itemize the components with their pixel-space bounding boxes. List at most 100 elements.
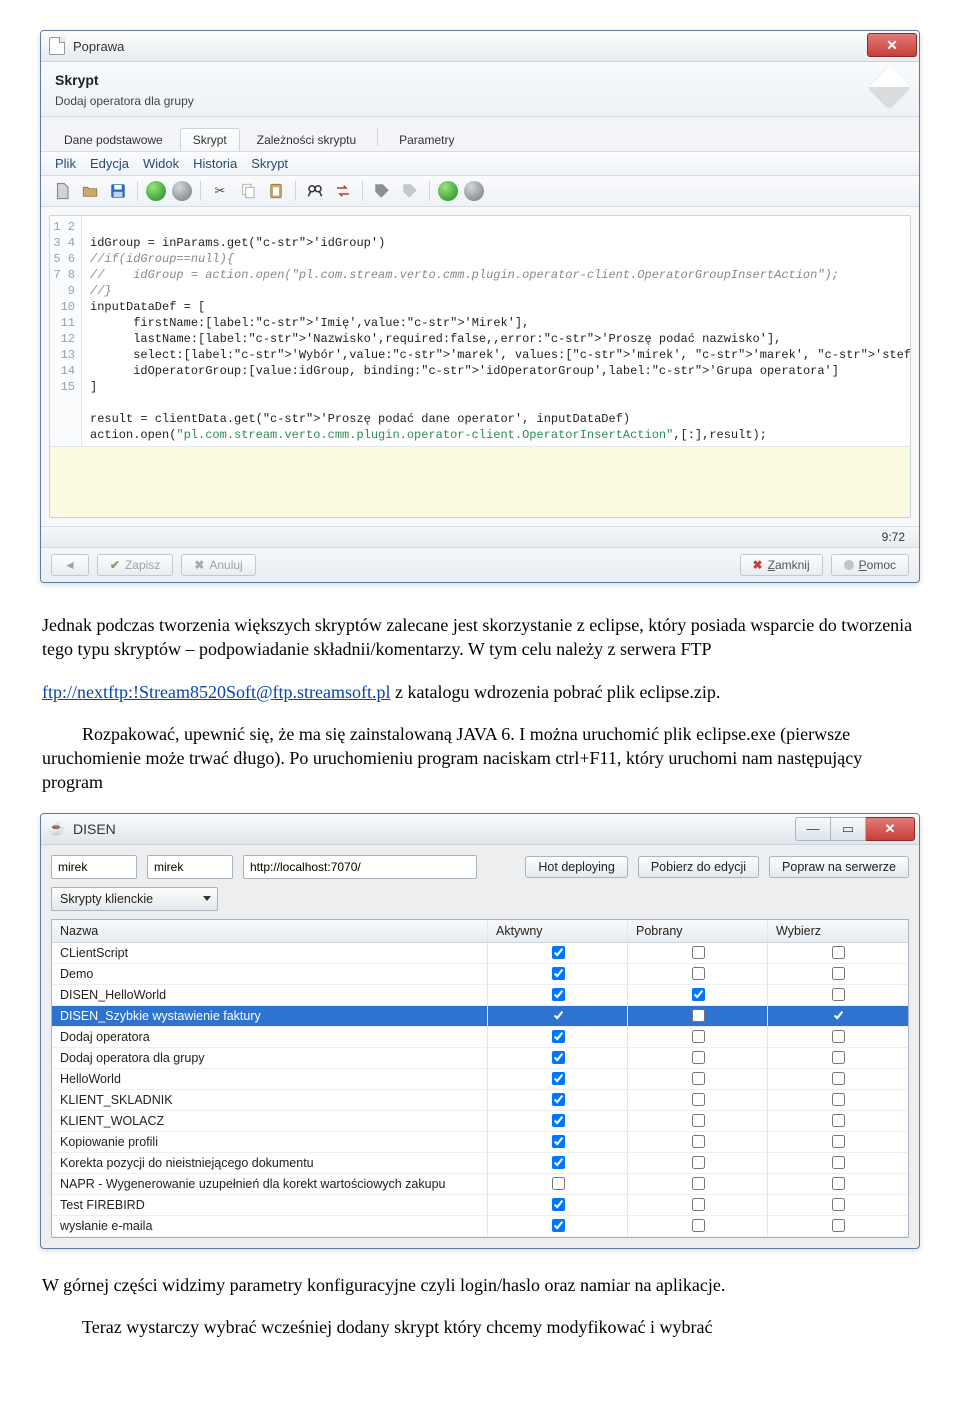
active-checkbox[interactable] [552, 1219, 565, 1232]
tab-1[interactable]: Skrypt [180, 128, 240, 151]
find-icon[interactable] [304, 180, 326, 202]
stop-icon[interactable] [464, 181, 484, 201]
table-row[interactable]: Kopiowanie profili [52, 1132, 908, 1153]
replace-icon[interactable] [332, 180, 354, 202]
fetched-checkbox[interactable] [692, 1093, 705, 1106]
active-checkbox[interactable] [552, 1093, 565, 1106]
table-row[interactable]: NAPR - Wygenerowanie uzupełnień dla kore… [52, 1174, 908, 1195]
undo-icon[interactable] [146, 181, 166, 201]
menu-skrypt[interactable]: Skrypt [251, 156, 288, 171]
run-icon[interactable] [438, 181, 458, 201]
save-icon[interactable] [107, 180, 129, 202]
menu-edycja[interactable]: Edycja [90, 156, 129, 171]
active-checkbox[interactable] [552, 988, 565, 1001]
table-row[interactable]: Test FIREBIRD [52, 1195, 908, 1216]
prev-button[interactable]: ◄ [51, 554, 89, 576]
table-row[interactable]: Demo [52, 964, 908, 985]
active-checkbox[interactable] [552, 1072, 565, 1085]
code-area[interactable]: idGroup = inParams.get("c-str">'idGroup'… [82, 216, 910, 446]
select-checkbox[interactable] [832, 1219, 845, 1232]
select-checkbox[interactable] [832, 1093, 845, 1106]
tag2-icon[interactable] [399, 180, 421, 202]
active-checkbox[interactable] [552, 1198, 565, 1211]
close-button[interactable]: ✖ Zamknij [740, 554, 823, 576]
fetched-checkbox[interactable] [692, 946, 705, 959]
active-checkbox[interactable] [552, 946, 565, 959]
url-input[interactable] [243, 855, 477, 879]
col-name[interactable]: Nazwa [52, 921, 488, 941]
active-checkbox[interactable] [552, 1177, 565, 1190]
copy-icon[interactable] [237, 180, 259, 202]
col-fetched[interactable]: Pobrany [628, 921, 768, 941]
table-row[interactable]: KLIENT_WOLACZ [52, 1111, 908, 1132]
fetch-for-edit-button[interactable]: Pobierz do edycji [638, 856, 759, 878]
table-row[interactable]: Dodaj operatora [52, 1027, 908, 1048]
fetched-checkbox[interactable] [692, 1009, 705, 1022]
select-checkbox[interactable] [832, 1072, 845, 1085]
script-type-combo[interactable]: Skrypty klienckie [51, 887, 218, 911]
hot-deploying-button[interactable]: Hot deploying [525, 856, 627, 878]
cut-icon[interactable]: ✂ [209, 180, 231, 202]
fetched-checkbox[interactable] [692, 1030, 705, 1043]
fetched-checkbox[interactable] [692, 1198, 705, 1211]
select-checkbox[interactable] [832, 1009, 845, 1022]
tab-0[interactable]: Dane podstawowe [51, 128, 176, 151]
fetched-checkbox[interactable] [692, 988, 705, 1001]
minimize-button[interactable]: — [795, 817, 831, 841]
menu-historia[interactable]: Historia [193, 156, 237, 171]
redo-icon[interactable] [172, 181, 192, 201]
select-checkbox[interactable] [832, 1135, 845, 1148]
save-button[interactable]: ✔ Zapisz [97, 554, 173, 576]
active-checkbox[interactable] [552, 1030, 565, 1043]
new-file-icon[interactable] [51, 180, 73, 202]
fetched-checkbox[interactable] [692, 1072, 705, 1085]
edit-on-server-button[interactable]: Popraw na serwerze [769, 856, 909, 878]
login-input[interactable] [51, 855, 137, 879]
maximize-button[interactable]: ▭ [831, 817, 866, 841]
window-close-button[interactable]: ✕ [866, 817, 915, 841]
ftp-link[interactable]: ftp://nextftp:!Stream8520Soft@ftp.stream… [42, 682, 391, 702]
code-editor[interactable]: 1 2 3 4 5 6 7 8 9 10 11 12 13 14 15 idGr… [49, 215, 911, 518]
titlebar[interactable]: Poprawa ✕ [41, 31, 919, 62]
active-checkbox[interactable] [552, 1114, 565, 1127]
table-row[interactable]: wysłanie e-maila [52, 1216, 908, 1237]
fetched-checkbox[interactable] [692, 1051, 705, 1064]
fetched-checkbox[interactable] [692, 1135, 705, 1148]
fetched-checkbox[interactable] [692, 1114, 705, 1127]
fetched-checkbox[interactable] [692, 1177, 705, 1190]
cancel-button[interactable]: ✖ Anuluj [181, 554, 255, 576]
titlebar[interactable]: ☕ DISEN — ▭ ✕ [41, 814, 919, 845]
fetched-checkbox[interactable] [692, 967, 705, 980]
select-checkbox[interactable] [832, 1156, 845, 1169]
tab-2[interactable]: Zależności skryptu [244, 128, 369, 151]
menu-widok[interactable]: Widok [143, 156, 179, 171]
select-checkbox[interactable] [832, 967, 845, 980]
window-close-button[interactable]: ✕ [867, 33, 917, 57]
tag-icon[interactable] [371, 180, 393, 202]
help-button[interactable]: Pomoc [831, 554, 909, 576]
table-row[interactable]: HelloWorld [52, 1069, 908, 1090]
menu-plik[interactable]: Plik [55, 156, 76, 171]
select-checkbox[interactable] [832, 1051, 845, 1064]
table-row[interactable]: Dodaj operatora dla grupy [52, 1048, 908, 1069]
select-checkbox[interactable] [832, 1114, 845, 1127]
fetched-checkbox[interactable] [692, 1219, 705, 1232]
active-checkbox[interactable] [552, 1135, 565, 1148]
active-checkbox[interactable] [552, 1156, 565, 1169]
fetched-checkbox[interactable] [692, 1156, 705, 1169]
table-row[interactable]: DISEN_Szybkie wystawienie faktury [52, 1006, 908, 1027]
table-row[interactable]: CLientScript [52, 943, 908, 964]
select-checkbox[interactable] [832, 1030, 845, 1043]
col-active[interactable]: Aktywny [488, 921, 628, 941]
password-input[interactable] [147, 855, 233, 879]
select-checkbox[interactable] [832, 1177, 845, 1190]
select-checkbox[interactable] [832, 1198, 845, 1211]
select-checkbox[interactable] [832, 946, 845, 959]
open-icon[interactable] [79, 180, 101, 202]
table-row[interactable]: Korekta pozycji do nieistniejącego dokum… [52, 1153, 908, 1174]
table-row[interactable]: KLIENT_SKLADNIK [52, 1090, 908, 1111]
select-checkbox[interactable] [832, 988, 845, 1001]
active-checkbox[interactable] [552, 1051, 565, 1064]
active-checkbox[interactable] [552, 1009, 565, 1022]
active-checkbox[interactable] [552, 967, 565, 980]
